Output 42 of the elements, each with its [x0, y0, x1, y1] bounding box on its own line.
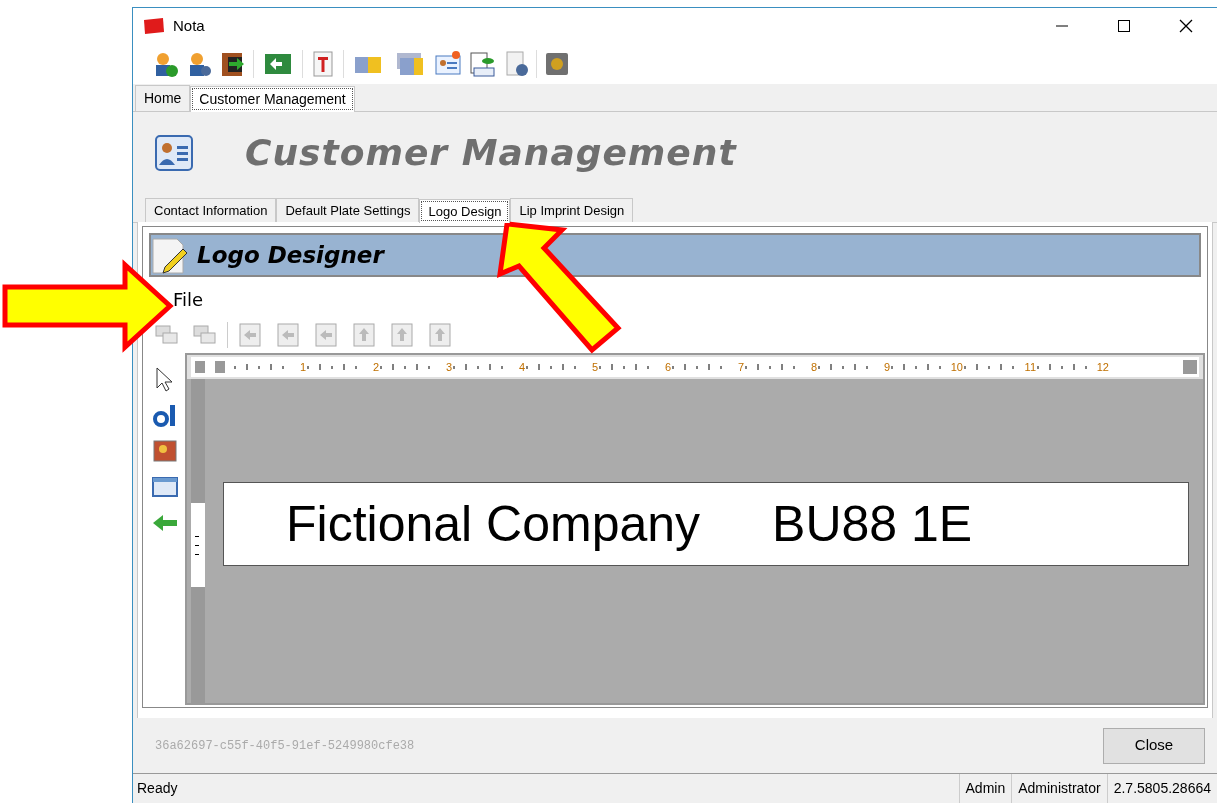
ruler-handle[interactable]: [195, 361, 205, 373]
panel-title: Logo Designer: [197, 240, 384, 270]
tab[interactable]: Contact Information: [145, 198, 277, 222]
logo-text[interactable]: Fictional Company: [286, 486, 701, 562]
ruler-number: 9: [883, 359, 890, 375]
ruler-number: 10: [950, 359, 963, 375]
ruler-number: 8: [810, 359, 817, 375]
status-panel: Admin: [958, 774, 1012, 803]
window-title: Nota: [173, 15, 205, 36]
app-logo-icon: [143, 17, 165, 35]
ruler-number: 3: [445, 359, 452, 375]
record-id: 36a62697-c55f-40f5-91ef-5249980cfe38: [155, 737, 415, 755]
ruler-handle[interactable]: [1183, 360, 1197, 374]
safe-icon[interactable]: [543, 50, 571, 78]
ruler-number: 2: [372, 359, 379, 375]
maximize-icon: [1118, 20, 1130, 32]
database-report-icon[interactable]: [468, 50, 496, 78]
close-dialog-button[interactable]: Close: [1103, 727, 1205, 764]
page-title: Customer Management: [245, 131, 737, 175]
tab[interactable]: Logo Design: [419, 199, 511, 223]
ruler-number: 6: [664, 359, 671, 375]
close-icon: [1179, 19, 1193, 33]
status-text: Ready: [136, 779, 179, 798]
tab[interactable]: Lip Imprint Design: [510, 198, 634, 222]
logo-text[interactable]: BU88 1E: [772, 486, 973, 562]
image-tool-icon[interactable]: [151, 437, 179, 465]
tab[interactable]: Customer Management: [190, 86, 355, 112]
contact-card-icon[interactable]: [434, 50, 462, 78]
ruler-number: 4: [518, 359, 525, 375]
logo-plate[interactable]: Fictional Company BU88 1E: [223, 482, 1189, 566]
ruler-number: 11: [1024, 359, 1036, 375]
ruler-number: 7: [737, 359, 744, 375]
ruler-number: 12: [1096, 359, 1109, 375]
ruler-handle[interactable]: [215, 361, 225, 373]
ruler-number: 5: [591, 359, 598, 375]
menu-item[interactable]: File: [173, 285, 204, 313]
contact-card-icon: [155, 135, 193, 171]
status-panel: 2.7.5805.28664: [1106, 774, 1217, 803]
status-panel: Administrator: [1011, 774, 1107, 803]
ruler-number: 1: [299, 359, 306, 375]
tab[interactable]: Default Plate Settings: [276, 198, 420, 222]
tab[interactable]: Home: [135, 85, 191, 111]
